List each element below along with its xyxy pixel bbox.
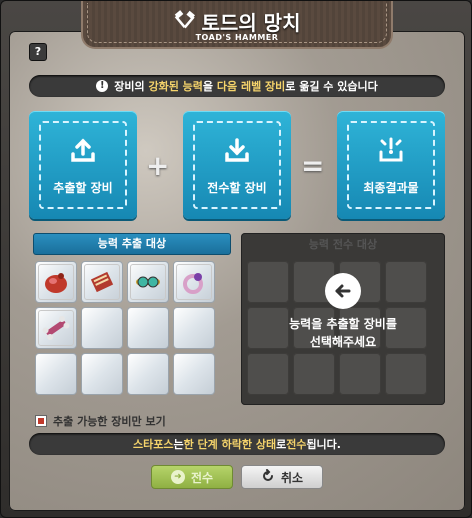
transfer-prompt-text: 능력을 추출할 장비를 선택해주세요: [289, 317, 397, 349]
extract-target-header: 능력 추출 대상: [33, 233, 231, 255]
pink-bone-weapon-item[interactable]: [35, 307, 77, 349]
title-plate: 토드의 망치 TOAD'S HAMMER: [81, 1, 393, 49]
filter-label: 추출 가능한 장비만 보기: [53, 415, 166, 428]
cancel-button-label: 취소: [280, 470, 304, 485]
red-crab-armor-item[interactable]: [35, 261, 77, 303]
transfer-equipment-slot[interactable]: 전수할 장비: [183, 111, 291, 219]
disabled-item-slot: [385, 353, 427, 395]
window-title: 토드의 망치: [201, 11, 301, 35]
hammer-icon: [174, 9, 196, 34]
cancel-button[interactable]: 취소: [241, 465, 323, 489]
extract-slot-label: 추출할 장비: [53, 181, 113, 195]
filter-checkbox[interactable]: [35, 415, 47, 427]
result-slot[interactable]: 최종결과물: [337, 111, 445, 219]
arrow-right-icon: ➜: [170, 470, 185, 484]
notice-bar: ! 장비의 강화된 능력을 다음 레벨 장비로 옮길 수 있습니다: [29, 75, 445, 97]
empty-item-slot: [81, 353, 123, 395]
disabled-item-slot: [247, 353, 289, 395]
extract-equipment-slot[interactable]: 추출할 장비: [29, 111, 137, 219]
filter-extractable-option[interactable]: 추출 가능한 장비만 보기: [35, 413, 166, 429]
upload-icon: [68, 135, 98, 169]
transfer-target-header: 능력 전수 대상: [308, 238, 378, 251]
toads-hammer-window: 토드의 망치 TOAD'S HAMMER ? ! 장비의 강화된 능력을 다음 …: [0, 0, 472, 518]
disabled-item-slot: [293, 353, 335, 395]
result-slot-label: 최종결과물: [363, 181, 419, 195]
empty-item-slot: [127, 307, 169, 349]
disabled-item-slot: [339, 353, 381, 395]
exclamation-icon: !: [96, 80, 109, 92]
goggles-item[interactable]: [127, 261, 169, 303]
red-book-item[interactable]: [81, 261, 123, 303]
transfer-button[interactable]: ➜ 전수: [151, 465, 233, 489]
notice-text: 장비의 강화된 능력을 다음 레벨 장비로 옮길 수 있습니다: [114, 80, 378, 93]
equals-sign: =: [301, 149, 325, 182]
transfer-prompt: 능력을 추출할 장비를 선택해주세요: [241, 273, 445, 351]
extract-item-grid: [35, 261, 235, 395]
purple-ring-item[interactable]: [173, 261, 215, 303]
plus-sign: +: [146, 149, 170, 182]
undo-icon: [261, 468, 275, 486]
help-button[interactable]: ?: [29, 43, 47, 61]
empty-item-slot: [173, 307, 215, 349]
empty-item-slot: [127, 353, 169, 395]
download-icon: [222, 135, 252, 169]
transfer-button-label: 전수: [190, 470, 214, 485]
starforce-info-bar: 스타포스 는 한 단계 하락한 상태 로 전수 됩니다.: [29, 433, 445, 455]
window-subtitle: TOAD'S HAMMER: [195, 33, 279, 42]
transfer-target-panel: 능력 전수 대상 능력을 추출할 장비를 선택해주세요: [241, 233, 445, 405]
arrow-left-icon: [325, 273, 361, 309]
transfer-slot-label: 전수할 장비: [207, 181, 267, 195]
sparkle-box-icon: [376, 135, 406, 169]
empty-item-slot: [81, 307, 123, 349]
empty-item-slot: [35, 353, 77, 395]
extract-target-panel: 능력 추출 대상: [29, 233, 235, 405]
empty-item-slot: [173, 353, 215, 395]
